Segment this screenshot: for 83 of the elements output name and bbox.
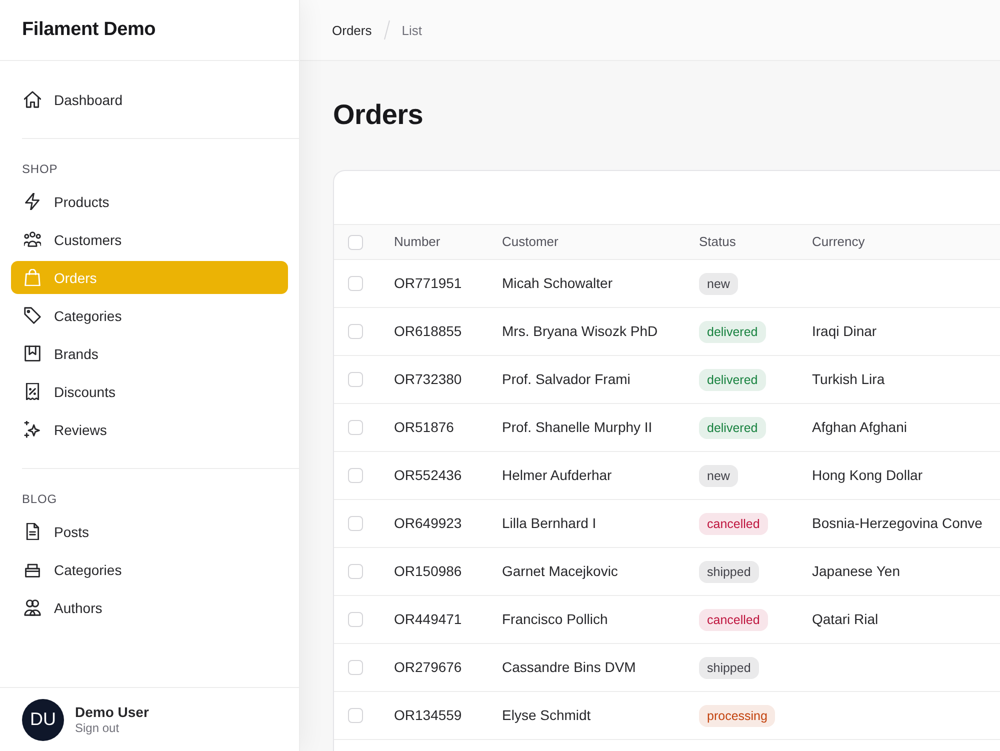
nav-item[interactable]: Products bbox=[11, 185, 288, 218]
order-number: OR134559 bbox=[394, 706, 462, 722]
currency-name: Japanese Yen bbox=[812, 562, 900, 578]
page-title: Orders bbox=[333, 98, 424, 132]
column-header[interactable]: Status bbox=[699, 234, 736, 249]
breadcrumb-separator-icon bbox=[384, 20, 390, 40]
status-badge: new bbox=[699, 272, 738, 294]
customer-name: Lilla Bernhard I bbox=[502, 514, 596, 530]
user-avatar: DU bbox=[22, 698, 64, 740]
column-header[interactable]: Number bbox=[394, 234, 440, 249]
currency-name: Bosnia-Herzegovina Conve bbox=[812, 514, 982, 530]
currency-name: Turkish Lira bbox=[812, 370, 885, 386]
order-number: OR771951 bbox=[394, 274, 462, 290]
nav-item[interactable]: Posts bbox=[11, 515, 288, 548]
user-name: Demo User bbox=[75, 704, 149, 720]
status-badge: processing bbox=[699, 704, 776, 726]
select-all-checkbox[interactable] bbox=[348, 234, 363, 250]
customer-name: Garnet Macejkovic bbox=[502, 562, 618, 578]
customer-name: Helmer Aufderhar bbox=[502, 466, 612, 482]
row-checkbox[interactable] bbox=[348, 708, 363, 723]
currency-name: Iraqi Dinar bbox=[812, 322, 877, 338]
customer-name: Micah Schowalter bbox=[502, 274, 612, 290]
nav-item[interactable]: Discounts bbox=[11, 375, 288, 408]
status-badge: delivered bbox=[699, 320, 766, 342]
status-badge: shipped bbox=[699, 560, 759, 582]
row-checkbox[interactable] bbox=[348, 276, 363, 291]
currency-name: Hong Kong Dollar bbox=[812, 466, 923, 482]
order-number: OR150986 bbox=[394, 562, 462, 578]
currency-name: Afghan Afghani bbox=[812, 418, 907, 434]
tag-icon bbox=[24, 307, 41, 324]
status-badge: cancelled bbox=[699, 608, 768, 630]
home-icon bbox=[24, 91, 41, 108]
shopping-bag-icon bbox=[24, 269, 41, 286]
receipt-icon bbox=[24, 383, 41, 400]
order-number: OR51876 bbox=[394, 418, 454, 434]
row-checkbox[interactable] bbox=[348, 420, 363, 435]
people-group-icon bbox=[24, 231, 41, 248]
breadcrumb-link[interactable]: Orders bbox=[332, 22, 372, 38]
nav-item[interactable]: Categories bbox=[11, 299, 288, 332]
document-icon bbox=[24, 523, 41, 540]
status-badge: shipped bbox=[699, 656, 759, 678]
customer-name: Francisco Pollich bbox=[502, 610, 608, 626]
status-badge: new bbox=[699, 464, 738, 486]
row-checkbox[interactable] bbox=[348, 564, 363, 579]
section-heading: BLOG bbox=[21, 491, 58, 507]
nav-item[interactable]: Reviews bbox=[11, 413, 288, 446]
currency-name: Qatari Rial bbox=[812, 610, 878, 626]
tray-icon bbox=[24, 561, 41, 578]
order-number: OR552436 bbox=[394, 466, 462, 482]
row-checkbox[interactable] bbox=[348, 516, 363, 531]
customer-name: Cassandre Bins DVM bbox=[502, 658, 636, 674]
nav-item[interactable]: Dashboard bbox=[11, 83, 288, 116]
row-checkbox[interactable] bbox=[348, 660, 363, 675]
status-badge: delivered bbox=[699, 416, 766, 438]
bookmark-icon bbox=[24, 345, 41, 362]
nav-item[interactable]: Authors bbox=[11, 591, 288, 624]
customer-name: Prof. Shanelle Murphy II bbox=[502, 418, 652, 434]
nav-item[interactable]: Categories bbox=[11, 553, 288, 586]
row-checkbox[interactable] bbox=[348, 324, 363, 339]
row-checkbox[interactable] bbox=[348, 372, 363, 387]
customer-name: Prof. Salvador Frami bbox=[502, 370, 630, 386]
lightning-bolt-icon bbox=[24, 193, 41, 210]
section-heading: SHOP bbox=[21, 161, 59, 177]
column-header[interactable]: Customer bbox=[502, 234, 558, 249]
row-checkbox[interactable] bbox=[348, 612, 363, 627]
row-checkbox[interactable] bbox=[348, 468, 363, 483]
sparkles-icon bbox=[24, 421, 41, 438]
nav-item[interactable]: Brands bbox=[11, 337, 288, 370]
order-number: OR732380 bbox=[394, 370, 462, 386]
breadcrumb-current[interactable]: List bbox=[402, 22, 422, 38]
people-icon bbox=[24, 599, 41, 616]
order-number: OR279676 bbox=[394, 658, 462, 674]
status-badge: delivered bbox=[699, 368, 766, 390]
customer-name: Mrs. Bryana Wisozk PhD bbox=[502, 322, 658, 338]
order-number: OR649923 bbox=[394, 514, 462, 530]
nav-item[interactable]: Customers bbox=[11, 223, 288, 256]
status-badge: cancelled bbox=[699, 512, 768, 534]
order-number: OR449471 bbox=[394, 610, 462, 626]
customer-name: Elyse Schmidt bbox=[502, 706, 591, 722]
column-header[interactable]: Currency bbox=[812, 234, 865, 249]
order-number: OR618855 bbox=[394, 322, 462, 338]
brand-title: Filament Demo bbox=[22, 19, 156, 41]
sign-out-link[interactable]: Sign out bbox=[75, 721, 120, 735]
